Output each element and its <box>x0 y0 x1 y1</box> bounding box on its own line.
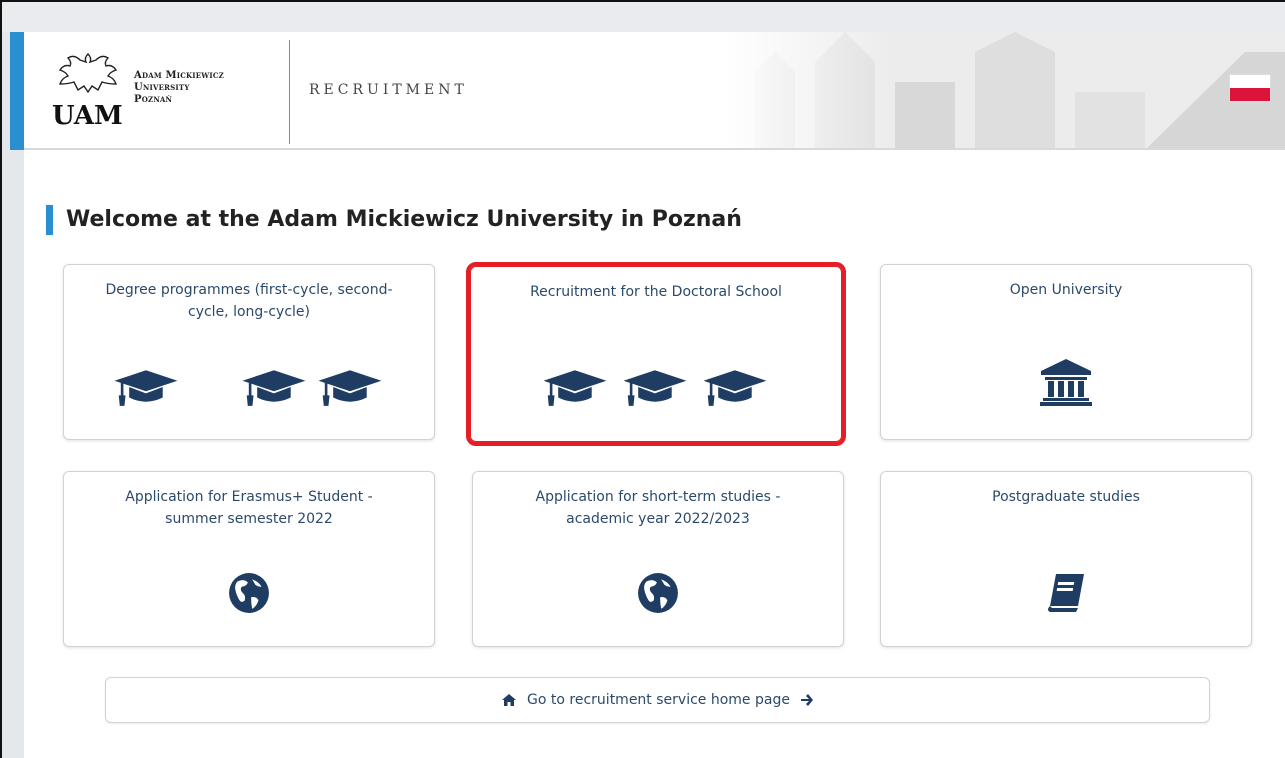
university-building-icon <box>1040 359 1092 406</box>
header-section-title: RECRUITMENT <box>309 82 468 98</box>
university-name-line1: Adam Mickiewicz <box>134 70 224 81</box>
card-degree-programmes[interactable]: Degree programmes (first-cycle, second-c… <box>63 264 435 440</box>
card-label: Application for short-term studies - aca… <box>535 489 781 527</box>
book-icon <box>1048 574 1084 612</box>
card-label: Application for Erasmus+ Student - summe… <box>125 489 373 527</box>
university-name-line2: University <box>134 82 190 93</box>
globe-icon <box>229 573 269 613</box>
frame-border-top <box>0 0 1285 2</box>
card-short-term-studies[interactable]: Application for short-term studies - aca… <box>472 471 844 647</box>
svg-text:UAM: UAM <box>52 101 123 130</box>
graduation-cap-icon <box>318 370 382 406</box>
header-divider <box>289 40 290 144</box>
go-to-home-button[interactable]: Go to recruitment service home page <box>105 677 1210 723</box>
card-label: Recruitment for the Doctoral School <box>530 284 782 300</box>
browser-top-strip <box>0 0 1285 32</box>
card-open-university[interactable]: Open University <box>880 264 1252 440</box>
home-button-label: Go to recruitment service home page <box>527 692 790 708</box>
page-title: Welcome at the Adam Mickiewicz Universit… <box>66 207 742 232</box>
header-accent-bar <box>10 32 24 150</box>
graduation-cap-icon <box>543 370 607 406</box>
poland-flag-icon[interactable] <box>1229 74 1271 102</box>
card-label: Degree programmes (first-cycle, second-c… <box>105 282 393 320</box>
home-icon <box>502 694 517 706</box>
uam-eagle-logo: UAM <box>52 53 123 130</box>
card-label: Open University <box>1009 282 1123 298</box>
card-postgraduate-studies[interactable]: Postgraduate studies <box>880 471 1252 647</box>
card-doctoral-school[interactable]: Recruitment for the Doctoral School <box>466 262 846 446</box>
graduation-cap-icon <box>623 370 687 406</box>
globe-icon <box>638 573 678 613</box>
card-label: Postgraduate studies <box>992 489 1140 505</box>
university-name-line3: Poznań <box>134 94 173 105</box>
title-accent-bar <box>46 205 53 235</box>
arrow-right-icon <box>800 694 813 706</box>
graduation-cap-icon <box>242 370 306 406</box>
site-header: UAM Adam Mickiewicz University Poznań RE… <box>24 32 1285 150</box>
university-name: Adam Mickiewicz University Poznań <box>134 70 224 106</box>
card-erasmus-application[interactable]: Application for Erasmus+ Student - summe… <box>63 471 435 647</box>
header-building-background <box>725 32 1285 148</box>
graduation-cap-icon <box>114 370 178 406</box>
graduation-cap-icon <box>703 370 767 406</box>
